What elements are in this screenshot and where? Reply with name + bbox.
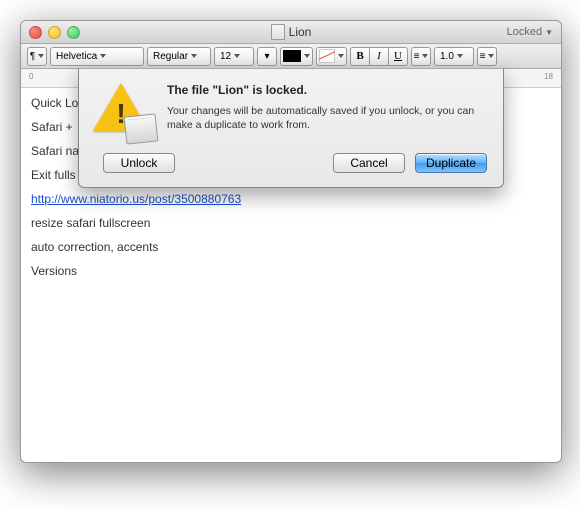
unlock-button[interactable]: Unlock [103, 153, 175, 173]
underline-button[interactable]: U [388, 47, 408, 66]
text-line: Versions [31, 264, 551, 278]
font-family-dropdown[interactable]: Helvetica [50, 47, 144, 66]
close-icon[interactable] [29, 26, 42, 39]
cancel-button[interactable]: Cancel [333, 153, 405, 173]
chevron-down-icon: ▼ [545, 28, 553, 37]
locked-indicator[interactable]: Locked ▼ [507, 26, 553, 38]
textedit-badge-icon: — — — — [124, 113, 159, 144]
highlight-color-swatch [319, 49, 335, 63]
text-line: resize safari fullscreen [31, 216, 551, 230]
alignment-dropdown[interactable]: ≡ [411, 47, 431, 66]
font-size-field[interactable]: 12 [214, 47, 254, 66]
locked-label: Locked [507, 26, 542, 38]
titlebar: Lion Locked ▼ [21, 21, 561, 44]
zoom-icon[interactable] [67, 26, 80, 39]
italic-button[interactable]: I [370, 47, 388, 66]
locked-file-dialog: — — — — The file "Lion" is locked. Your … [78, 68, 504, 188]
format-toolbar: ¶ Helvetica Regular 12 ▾ B I U ≡ 1.0 ≡ [21, 44, 561, 69]
window-title: Lion [289, 25, 312, 39]
dialog-message: Your changes will be automatically saved… [167, 104, 487, 132]
text-line: auto correction, accents [31, 240, 551, 254]
list-dropdown[interactable]: ≡ [477, 47, 497, 66]
traffic-lights [29, 26, 80, 39]
document-icon [271, 24, 285, 40]
highlight-color-picker[interactable] [316, 47, 347, 66]
window-title-wrap: Lion [21, 24, 561, 40]
warning-icon: — — — — [93, 83, 153, 139]
minimize-icon[interactable] [48, 26, 61, 39]
font-size-stepper[interactable]: ▾ [257, 47, 277, 66]
text-color-swatch [283, 50, 301, 62]
line-spacing-dropdown[interactable]: 1.0 [434, 47, 474, 66]
document-window: Lion Locked ▼ ¶ Helvetica Regular 12 ▾ B… [20, 20, 562, 463]
styles-dropdown[interactable]: ¶ [27, 47, 47, 66]
dialog-title: The file "Lion" is locked. [167, 83, 487, 97]
bold-button[interactable]: B [350, 47, 370, 66]
text-color-picker[interactable] [280, 47, 313, 66]
modal-sheet-wrap: — — — — The file "Lion" is locked. Your … [21, 68, 561, 188]
font-style-dropdown[interactable]: Regular [147, 47, 211, 66]
text-style-group: B I U [350, 47, 408, 66]
hyperlink[interactable]: http://www.niatorio.us/post/3500880763 [31, 192, 241, 206]
duplicate-button[interactable]: Duplicate [415, 153, 487, 173]
